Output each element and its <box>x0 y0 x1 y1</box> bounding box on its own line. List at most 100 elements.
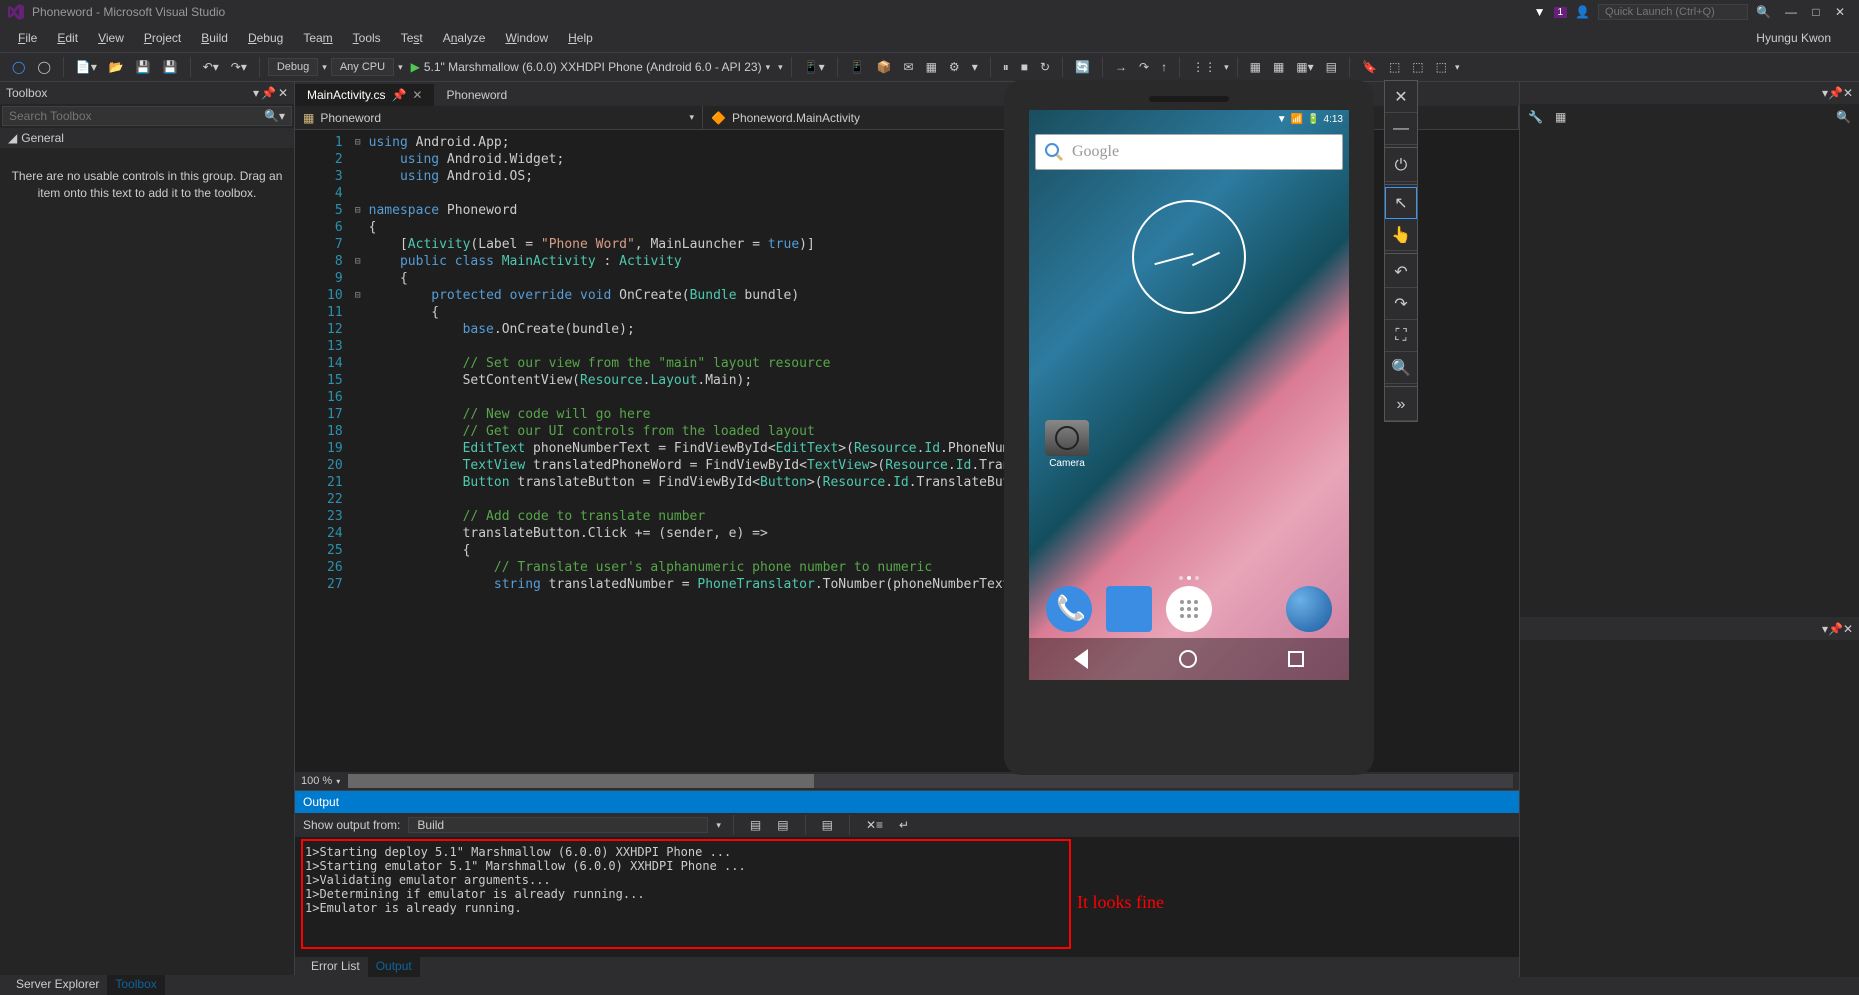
open-button[interactable]: 📂 <box>105 58 128 76</box>
menu-team[interactable]: Team <box>293 27 342 49</box>
pause-button[interactable]: ⏸ <box>999 58 1013 77</box>
emulator-screen[interactable]: ▼ 📶 🔋 4:13 Google Camera <box>1029 110 1349 680</box>
pin-icon[interactable]: 📌 <box>1828 622 1843 636</box>
menu-test[interactable]: Test <box>391 27 433 49</box>
xam-btn2[interactable]: 📦 <box>873 58 896 76</box>
tab-server-explorer[interactable]: Server Explorer <box>8 975 107 995</box>
maximize-button[interactable]: □ <box>1806 3 1825 21</box>
close-button[interactable]: ✕ <box>1829 3 1851 21</box>
se-btn1[interactable]: 🔧 <box>1524 108 1547 126</box>
config-dropdown[interactable]: Debug <box>268 58 318 76</box>
nav-home-button[interactable] <box>1179 650 1197 668</box>
emu-single-point-button[interactable]: ↖ <box>1385 187 1417 219</box>
toolbox-search[interactable]: 🔍▾ <box>2 106 292 126</box>
pin-icon[interactable]: 📌 <box>261 86 276 100</box>
output-btn1[interactable]: ▤ <box>746 816 765 834</box>
tb-r3[interactable]: ⬚ <box>1432 58 1451 76</box>
back-button[interactable]: ◯ <box>8 58 29 76</box>
menu-file[interactable]: File <box>8 27 47 49</box>
solution-explorer-body[interactable] <box>1520 130 1859 617</box>
output-btn2[interactable]: ▤ <box>773 816 792 834</box>
dock-apps-icon[interactable] <box>1166 586 1212 632</box>
dock-browser-icon[interactable] <box>1286 586 1332 632</box>
output-clear-button[interactable]: ✕≡ <box>862 816 887 834</box>
emu-rotate-left-button[interactable]: ↶ <box>1385 256 1417 288</box>
quick-launch-input[interactable] <box>1598 4 1748 20</box>
stop-button[interactable]: ■ <box>1017 58 1032 76</box>
bookmark-button[interactable]: 🔖 <box>1358 58 1381 76</box>
se-btn2[interactable]: ▦ <box>1551 108 1570 126</box>
notification-badge[interactable]: 1 <box>1554 7 1568 18</box>
tab-error-list[interactable]: Error List <box>303 957 368 977</box>
toolbox-general-header[interactable]: ◢ General <box>0 128 294 148</box>
close-panel-icon[interactable]: ✕ <box>278 86 288 100</box>
pin-icon[interactable]: 📌 <box>1828 86 1843 100</box>
platform-dropdown[interactable]: Any CPU <box>331 58 394 76</box>
emu-power-button[interactable]: ⏻ <box>1385 150 1417 182</box>
tb-misc5[interactable]: ▤ <box>1322 58 1341 76</box>
menu-window[interactable]: Window <box>495 27 558 49</box>
tb-r1[interactable]: ⬚ <box>1385 58 1404 76</box>
save-all-button[interactable]: 💾 <box>159 58 182 76</box>
camera-app-icon[interactable]: Camera <box>1045 420 1089 469</box>
forward-button[interactable]: ◯ <box>33 58 54 76</box>
clock-widget[interactable] <box>1132 200 1246 314</box>
menu-debug[interactable]: Debug <box>238 27 293 49</box>
zoom-dropdown-icon[interactable]: ▾ <box>336 777 340 786</box>
tb-misc1[interactable]: ⋮⋮ <box>1188 58 1220 76</box>
xam-btn3[interactable]: ✉ <box>900 58 918 76</box>
nav-project[interactable]: ▦ Phoneword ▾ <box>295 106 703 129</box>
dock-contacts-icon[interactable] <box>1106 586 1152 632</box>
tab-output[interactable]: Output <box>368 957 420 977</box>
zoom-level[interactable]: 100 % <box>301 775 332 787</box>
flag-icon[interactable]: ▼ <box>1534 5 1546 19</box>
device-btn[interactable]: 📱▾ <box>800 58 829 76</box>
nav-back-button[interactable] <box>1074 649 1088 669</box>
xam-btn6[interactable]: ▾ <box>968 58 982 76</box>
menu-project[interactable]: Project <box>134 27 191 49</box>
xam-btn5[interactable]: ⚙ <box>945 58 964 76</box>
output-wrap-button[interactable]: ↵ <box>895 816 913 834</box>
save-button[interactable]: 💾 <box>132 58 155 76</box>
emu-tools-button[interactable]: » <box>1385 389 1417 421</box>
search-icon[interactable]: 🔍▾ <box>264 109 285 123</box>
step-over-button[interactable]: ↷ <box>1135 58 1153 76</box>
emu-close-button[interactable]: ✕ <box>1385 81 1417 113</box>
toolbox-search-input[interactable] <box>9 109 264 123</box>
tb-misc3[interactable]: ▦ <box>1269 58 1288 76</box>
search-icon[interactable]: 🔍 <box>1756 5 1771 19</box>
restart-button[interactable]: ↻ <box>1036 58 1054 76</box>
dock-phone-icon[interactable] <box>1046 586 1092 632</box>
menu-view[interactable]: View <box>88 27 134 49</box>
output-source-dropdown[interactable]: Build <box>408 817 708 833</box>
nav-recent-button[interactable] <box>1288 651 1304 667</box>
menu-build[interactable]: Build <box>191 27 238 49</box>
menu-tools[interactable]: Tools <box>343 27 391 49</box>
undo-button[interactable]: ↶▾ <box>199 58 223 76</box>
start-debug-button[interactable]: ▶ 5.1" Marshmallow (6.0.0) XXHDPI Phone … <box>407 58 775 76</box>
close-panel-icon[interactable]: ✕ <box>1843 622 1853 636</box>
fold-column[interactable]: ⊟⊟⊟⊟ <box>351 130 365 772</box>
menu-edit[interactable]: Edit <box>47 27 88 49</box>
tab-close-icon[interactable]: ✕ <box>412 88 422 102</box>
user-name[interactable]: Hyungu Kwon <box>1756 31 1831 45</box>
redo-button[interactable]: ↷▾ <box>227 58 251 76</box>
emu-zoom-button[interactable]: 🔍 <box>1385 352 1417 384</box>
new-button[interactable]: 📄▾ <box>72 58 101 76</box>
emu-minimize-button[interactable]: — <box>1385 113 1417 145</box>
xam-btn4[interactable]: ▦ <box>922 58 941 76</box>
step-out-button[interactable]: ↑ <box>1157 58 1171 76</box>
menu-help[interactable]: Help <box>558 27 603 49</box>
output-btn3[interactable]: ▤ <box>818 816 837 834</box>
close-panel-icon[interactable]: ✕ <box>1843 86 1853 100</box>
tab-pin-icon[interactable]: 📌 <box>391 88 406 102</box>
xam-btn1[interactable]: 📱 <box>846 58 869 76</box>
menu-analyze[interactable]: Analyze <box>433 27 496 49</box>
minimize-button[interactable]: — <box>1779 3 1803 21</box>
emu-rotate-right-button[interactable]: ↷ <box>1385 288 1417 320</box>
tab-phoneword[interactable]: Phoneword <box>434 84 519 106</box>
tab-mainactivity[interactable]: MainActivity.cs 📌 ✕ <box>295 84 434 106</box>
output-content[interactable]: It looks fine 1>Starting deploy 5.1" Mar… <box>295 837 1519 957</box>
feedback-icon[interactable]: 👤 <box>1575 5 1590 19</box>
tb-misc4[interactable]: ▦▾ <box>1292 58 1317 76</box>
